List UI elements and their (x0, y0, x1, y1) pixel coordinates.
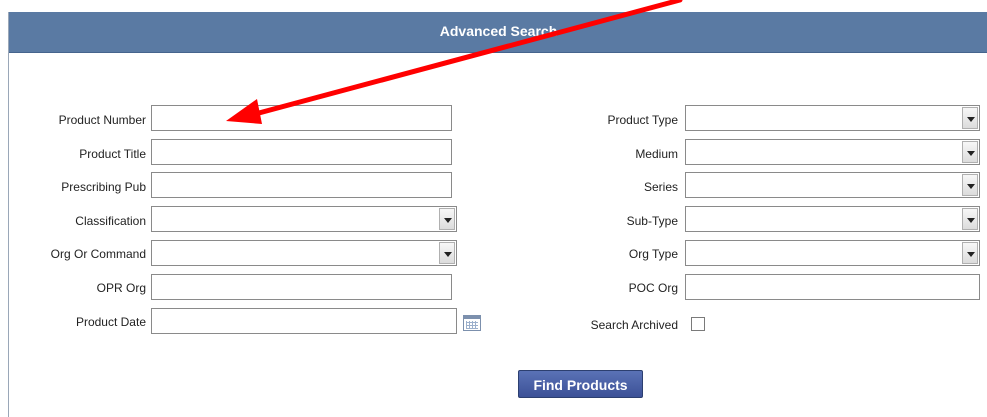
annotation-arrowhead (226, 99, 262, 124)
annotation-arrow-line (241, 0, 683, 120)
red-arrow-annotation (226, 0, 683, 124)
